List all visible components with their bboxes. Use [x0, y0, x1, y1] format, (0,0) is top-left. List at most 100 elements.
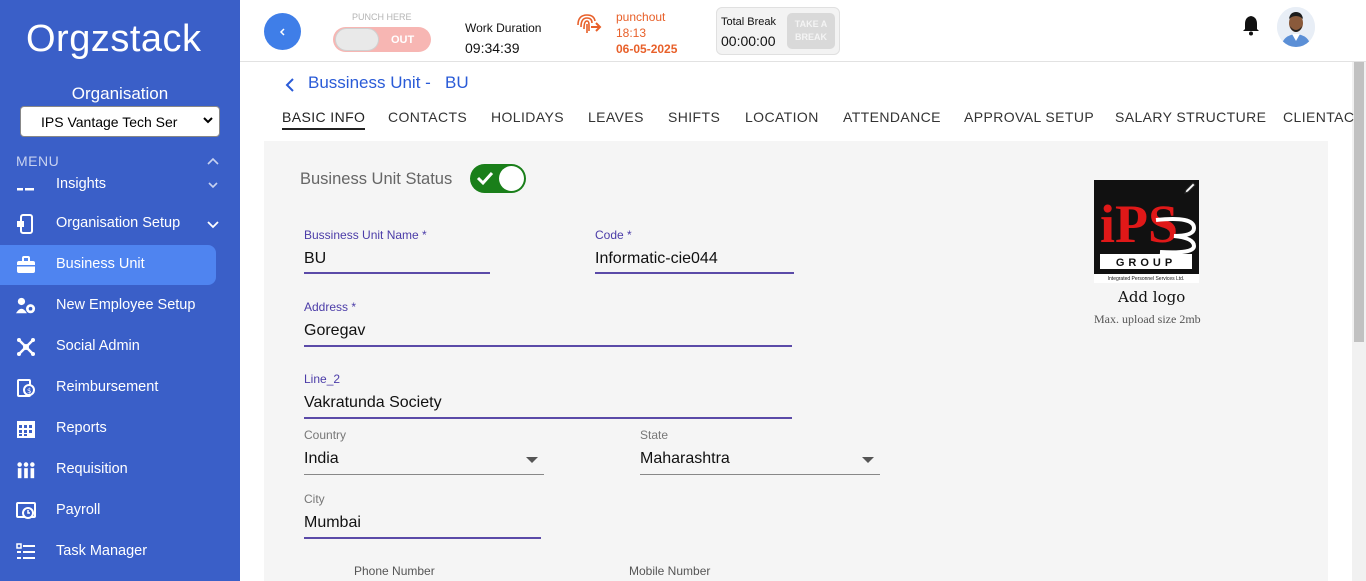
business-unit-status-toggle[interactable]: [470, 164, 526, 193]
logo-caption: Integrated Personnel Services Ltd.: [1108, 276, 1185, 282]
dropdown-caret-icon[interactable]: [526, 457, 538, 464]
bu-name-field[interactable]: BU: [304, 250, 326, 268]
mobile-number-label: Mobile Number: [629, 564, 711, 578]
sidebar-item-label: Reimbursement: [56, 379, 159, 395]
sidebar-item-label: Organisation Setup: [56, 215, 181, 231]
city-field[interactable]: Mumbai: [304, 514, 361, 532]
user-avatar-icon: [1277, 7, 1315, 47]
organisation-select-value: IPS Vantage Tech Ser: [41, 114, 178, 130]
punchout-time: 18:13: [616, 26, 647, 40]
logo-group-text: GROUP: [1116, 257, 1176, 269]
phone-number-label: Phone Number: [354, 564, 435, 578]
back-arrow-icon[interactable]: [284, 77, 296, 93]
avatar[interactable]: [1277, 7, 1315, 47]
sidebar-item-business-unit[interactable]: Business Unit: [0, 245, 216, 285]
sidebar-item-reimbursement[interactable]: $ Reimbursement: [0, 368, 216, 408]
sidebar: Orgzstack Organisation IPS Vantage Tech …: [0, 0, 240, 581]
task-list-icon: [16, 542, 36, 562]
take-break-button[interactable]: TAKE A BREAK: [787, 13, 835, 49]
page-scrollbar[interactable]: [1352, 62, 1366, 581]
state-underline: [640, 474, 880, 475]
sidebar-item-social-admin[interactable]: Social Admin: [0, 327, 216, 367]
add-logo-label[interactable]: Add logo: [1118, 288, 1185, 306]
company-logo-image[interactable]: iPS GROUP Integrated Personnel Services …: [1094, 180, 1199, 283]
briefcase-icon: [16, 255, 36, 275]
total-break-value: 00:00:00: [721, 33, 776, 49]
chevron-down-icon: [203, 117, 213, 124]
dropdown-caret-icon[interactable]: [862, 457, 874, 464]
chevron-down-icon: [208, 182, 218, 189]
tab-leaves[interactable]: LEAVES: [588, 109, 644, 125]
address-field[interactable]: Goregav: [304, 322, 365, 340]
code-label: Code *: [595, 228, 632, 242]
organisation-select[interactable]: IPS Vantage Tech Ser: [20, 106, 220, 137]
insights-icon: [16, 174, 36, 194]
take-break-line2: BREAK: [794, 32, 827, 42]
svg-text:$: $: [27, 387, 31, 395]
state-select[interactable]: Maharashtra: [640, 450, 730, 468]
social-icon: [16, 337, 36, 357]
payroll-icon: [16, 501, 36, 521]
punch-toggle[interactable]: OUT: [333, 27, 431, 52]
line2-field[interactable]: Vakratunda Society: [304, 394, 442, 412]
punch-state-label: OUT: [391, 34, 415, 46]
calendar-grid-icon: [16, 419, 36, 439]
bu-name-label: Bussiness Unit Name *: [304, 228, 427, 242]
code-underline: [595, 272, 794, 274]
line2-underline: [304, 417, 792, 419]
sidebar-item-new-employee-setup[interactable]: New Employee Setup: [0, 286, 216, 326]
top-bar: PUNCH HERE OUT Work Duration 09:34:39 pu…: [240, 0, 1366, 62]
tab-location[interactable]: LOCATION: [745, 109, 819, 125]
punch-toggle-knob: [335, 28, 379, 51]
state-label: State: [640, 428, 669, 442]
tab-salary-structure[interactable]: SALARY STRUCTURE: [1115, 109, 1266, 125]
toggle-knob: [499, 166, 524, 191]
tab-contacts[interactable]: CONTACTS: [388, 109, 467, 125]
sidebar-item-reports[interactable]: Reports: [0, 409, 216, 449]
country-select[interactable]: India: [304, 450, 339, 468]
business-unit-status-label: Business Unit Status: [300, 170, 453, 188]
upload-size-hint: Max. upload size 2mb: [1094, 312, 1201, 326]
sidebar-item-label: Reports: [56, 420, 107, 436]
breadcrumb: Bussiness Unit - BU: [308, 73, 469, 92]
sidebar-item-label: Insights: [56, 176, 106, 192]
collapse-sidebar-button[interactable]: [264, 13, 301, 50]
take-break-line1: TAKE A: [794, 19, 828, 29]
city-underline: [304, 537, 541, 539]
sidebar-item-organisation-setup[interactable]: Organisation Setup: [0, 204, 219, 244]
scrollbar-thumb[interactable]: [1354, 62, 1364, 342]
chevron-down-icon: [207, 221, 219, 229]
work-duration-value: 09:34:39: [465, 40, 520, 56]
users-gear-icon: [16, 296, 36, 316]
bell-icon[interactable]: [1241, 14, 1261, 36]
organisation-label: Organisation: [71, 84, 169, 103]
punchout-date: 06-05-2025: [616, 42, 678, 56]
tab-attendance[interactable]: ATTENDANCE: [843, 109, 941, 125]
fingerprint-icon: [577, 14, 602, 33]
tab-client[interactable]: CLIENTAC: [1283, 109, 1354, 125]
pencil-icon[interactable]: [1183, 181, 1197, 195]
code-field[interactable]: Informatic-cie044: [595, 250, 718, 268]
city-label: City: [304, 492, 325, 506]
address-label: Address *: [304, 300, 357, 314]
sidebar-item-task-manager[interactable]: Task Manager: [0, 532, 216, 572]
country-underline: [304, 474, 544, 475]
tab-approval-setup[interactable]: APPROVAL SETUP: [964, 109, 1094, 125]
punch-here-label: PUNCH HERE: [352, 12, 412, 22]
tab-basic-info[interactable]: BASIC INFO: [282, 109, 366, 130]
sidebar-item-label: New Employee Setup: [56, 297, 196, 313]
sidebar-item-insights[interactable]: Insights: [0, 164, 218, 204]
sidebar-item-payroll[interactable]: Payroll: [0, 491, 216, 531]
sidebar-item-label: Payroll: [56, 502, 101, 518]
bu-name-underline: [304, 272, 490, 274]
app-logo[interactable]: Orgzstack: [26, 18, 202, 61]
tab-shifts[interactable]: SHIFTS: [668, 109, 720, 125]
line2-label: Line_2: [304, 372, 341, 386]
sidebar-item-requisition[interactable]: Requisition: [0, 450, 216, 490]
tab-holidays[interactable]: HOLIDAYS: [491, 109, 564, 125]
check-icon: [476, 171, 494, 186]
country-label: Country: [304, 428, 347, 442]
ips-group-logo: iPS GROUP Integrated Personnel Services …: [1094, 180, 1199, 283]
work-duration-label: Work Duration: [465, 21, 542, 35]
sidebar-item-label: Requisition: [56, 461, 128, 477]
